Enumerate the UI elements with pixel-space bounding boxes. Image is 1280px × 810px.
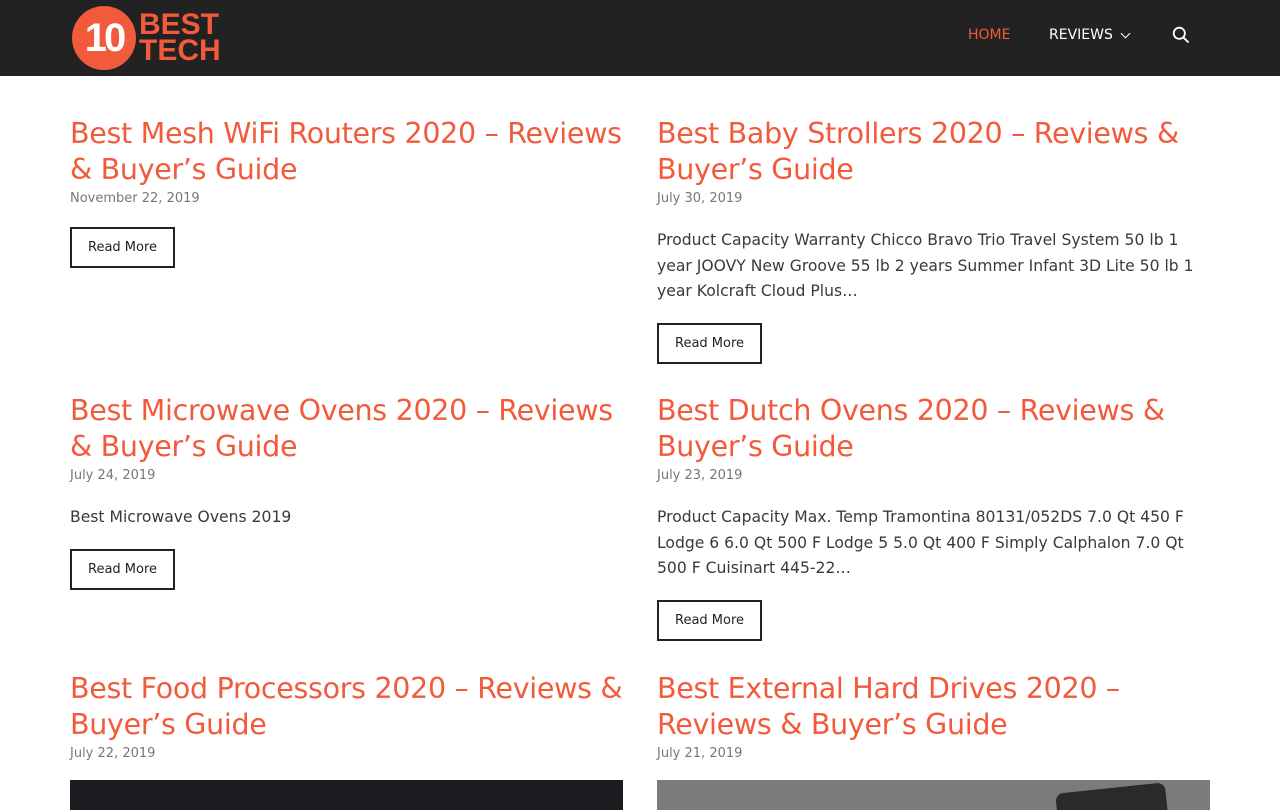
post-card: Best Baby Strollers 2020 – Reviews & Buy… [657,116,1217,364]
post-title[interactable]: Best Dutch Ovens 2020 – Reviews & Buyer’… [657,393,1217,465]
post-card: Best Food Processors 2020 – Reviews & Bu… [70,671,630,763]
nav-reviews[interactable]: REVIEWS [1049,0,1113,76]
post-excerpt: Best Microwave Ovens 2019 [70,508,292,526]
read-more-button[interactable]: Read More [657,322,763,364]
post-excerpt: Product Capacity Max. Temp Tramontina 80… [657,508,1184,577]
post-date[interactable]: November 22, 2019 [70,190,630,208]
post-card: Best External Hard Drives 2020 – Reviews… [657,671,1217,763]
post-excerpt: Product Capacity Warranty Chicco Bravo T… [657,231,1194,300]
logo-word-tech: TECH [139,34,221,67]
read-more-button[interactable]: Read More [70,227,176,268]
site-logo[interactable]: 10 BEST TECH [72,6,221,70]
post-card: Best Mesh WiFi Routers 2020 – Reviews & … [70,116,630,268]
chevron-down-icon[interactable] [1120,28,1131,39]
search-icon[interactable] [1172,26,1190,44]
post-date[interactable]: July 21, 2019 [657,745,1217,763]
post-title[interactable]: Best External Hard Drives 2020 – Reviews… [657,671,1217,743]
post-title[interactable]: Best Food Processors 2020 – Reviews & Bu… [70,671,630,743]
post-date[interactable]: July 24, 2019 [70,467,630,485]
post-title[interactable]: Best Mesh WiFi Routers 2020 – Reviews & … [70,116,630,188]
read-more-button[interactable]: Read More [70,548,176,590]
post-thumbnail[interactable] [70,780,623,810]
post-date[interactable]: July 23, 2019 [657,467,1217,485]
nav-home[interactable]: HOME [968,0,1010,76]
post-title[interactable]: Best Baby Strollers 2020 – Reviews & Buy… [657,116,1217,188]
post-title[interactable]: Best Microwave Ovens 2020 – Reviews & Bu… [70,393,630,465]
post-card: Best Microwave Ovens 2020 – Reviews & Bu… [70,393,630,590]
post-date[interactable]: July 30, 2019 [657,190,1217,208]
logo-number: 10 [84,16,127,60]
hard-drive-image [1055,782,1169,810]
post-date[interactable]: July 22, 2019 [70,745,630,763]
read-more-button[interactable]: Read More [657,599,763,641]
site-header: 10 BEST TECH HOME REVIEWS [0,0,1280,76]
post-card: Best Dutch Ovens 2020 – Reviews & Buyer’… [657,393,1217,641]
post-thumbnail[interactable] [657,780,1210,810]
